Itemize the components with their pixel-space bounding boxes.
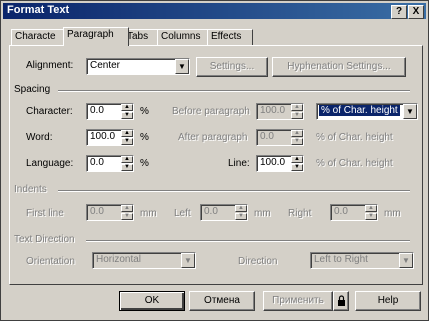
spacing-unit-select[interactable]: % of Char. height ▼ [316, 103, 418, 120]
character-spacing-value: 0.0 [90, 105, 104, 116]
word-spacing-value: 100.0 [90, 131, 116, 142]
first-line-unit: mm [140, 208, 157, 219]
alignment-value: Center [90, 60, 121, 71]
first-line-label: First line [26, 208, 64, 219]
chevron-down-icon[interactable]: ▼ [403, 104, 417, 119]
word-spinner[interactable]: ▲ ▼ [121, 130, 133, 145]
left-indent-unit: mm [254, 208, 271, 219]
window-title: Format Text [7, 4, 70, 16]
character-spacing-input[interactable]: 0.0 ▲ ▼ [86, 103, 134, 120]
left-indent-label: Left [174, 208, 191, 219]
after-paragraph-input[interactable]: 0.0 ▲ ▼ [256, 129, 304, 146]
line-label: Line: [228, 158, 250, 169]
title-bar: Format Text ? X [3, 3, 426, 19]
orientation-label: Orientation [26, 256, 75, 267]
line-unit: % of Char. height [316, 158, 393, 169]
alignment-label: Alignment: [26, 60, 74, 71]
language-spinner[interactable]: ▲ ▼ [121, 156, 133, 171]
help-title-button[interactable]: ? [391, 5, 407, 19]
orientation-value: Horizontal [96, 254, 142, 265]
line-spinner[interactable]: ▲ ▼ [291, 156, 303, 171]
after-paragraph-unit: % of Char. height [316, 132, 393, 143]
alignment-select[interactable]: Center ▼ [86, 58, 190, 75]
after-paragraph-spinner[interactable]: ▲ ▼ [291, 130, 303, 145]
tab-effects[interactable]: Effects [207, 29, 253, 45]
chevron-down-icon[interactable]: ▼ [181, 253, 195, 268]
indents-divider [58, 190, 410, 192]
settings-button[interactable]: Settings... [196, 57, 268, 77]
first-line-value: 0.0 [90, 206, 104, 217]
ok-button[interactable]: OK [119, 291, 185, 311]
spacing-unit-value: % of Char. height [319, 105, 400, 116]
lock-icon [337, 295, 345, 306]
right-indent-spinner[interactable]: ▲ ▼ [365, 205, 377, 220]
direction-value: Left to Right [314, 254, 368, 265]
help-button[interactable]: Help [355, 291, 421, 311]
language-spacing-input[interactable]: 0.0 ▲ ▼ [86, 155, 134, 172]
before-paragraph-input[interactable]: 100.0 ▲ ▼ [256, 103, 304, 120]
first-line-input[interactable]: 0.0 ▲ ▼ [86, 204, 134, 221]
after-paragraph-value: 0.0 [260, 131, 274, 142]
indents-header: Indents [14, 184, 47, 195]
spacing-divider [58, 90, 410, 92]
close-title-button[interactable]: X [408, 5, 424, 19]
lock-button[interactable] [333, 291, 349, 311]
direction-label: Direction [238, 256, 278, 267]
hyphenation-settings-button[interactable]: Hyphenation Settings... [272, 57, 406, 77]
spacing-header: Spacing [14, 84, 51, 95]
right-indent-unit: mm [384, 208, 401, 219]
language-label: Language: [26, 158, 74, 169]
character-label: Character: [26, 106, 73, 117]
tab-paragraph[interactable]: Paragraph [63, 27, 129, 46]
right-indent-input[interactable]: 0.0 ▲ ▼ [330, 204, 378, 221]
left-indent-input[interactable]: 0.0 ▲ ▼ [200, 204, 248, 221]
character-spinner[interactable]: ▲ ▼ [121, 104, 133, 119]
text-direction-divider [86, 240, 410, 242]
language-unit: % [140, 158, 149, 169]
format-text-dialog: Format Text ? X Characte Paragraph Tabs … [0, 0, 429, 321]
first-line-spinner[interactable]: ▲ ▼ [121, 205, 133, 220]
chevron-down-icon[interactable]: ▼ [399, 253, 413, 268]
cancel-button[interactable]: Отмена [189, 291, 255, 311]
tab-character[interactable]: Characte [11, 29, 67, 45]
left-indent-value: 0.0 [204, 206, 218, 217]
word-unit: % [140, 132, 149, 143]
word-spacing-input[interactable]: 100.0 ▲ ▼ [86, 129, 134, 146]
text-direction-header: Text Direction [14, 234, 75, 245]
direction-select[interactable]: Left to Right ▼ [310, 252, 414, 269]
right-indent-label: Right [288, 208, 312, 219]
right-indent-value: 0.0 [334, 206, 348, 217]
apply-button[interactable]: Применить [263, 291, 333, 311]
orientation-select[interactable]: Horizontal ▼ [92, 252, 196, 269]
tab-columns[interactable]: Columns [157, 29, 211, 45]
before-paragraph-value: 100.0 [260, 105, 286, 116]
line-spacing-value: 100.0 [260, 157, 286, 168]
character-unit: % [140, 106, 149, 117]
left-indent-spinner[interactable]: ▲ ▼ [235, 205, 247, 220]
before-paragraph-spinner[interactable]: ▲ ▼ [291, 104, 303, 119]
language-spacing-value: 0.0 [90, 157, 104, 168]
chevron-down-icon[interactable]: ▼ [175, 59, 189, 74]
after-paragraph-label: After paragraph [178, 132, 248, 143]
line-spacing-input[interactable]: 100.0 ▲ ▼ [256, 155, 304, 172]
word-label: Word: [26, 132, 53, 143]
before-paragraph-label: Before paragraph [172, 106, 250, 117]
paragraph-panel: Alignment: Center ▼ Settings... Hyphenat… [9, 45, 423, 285]
